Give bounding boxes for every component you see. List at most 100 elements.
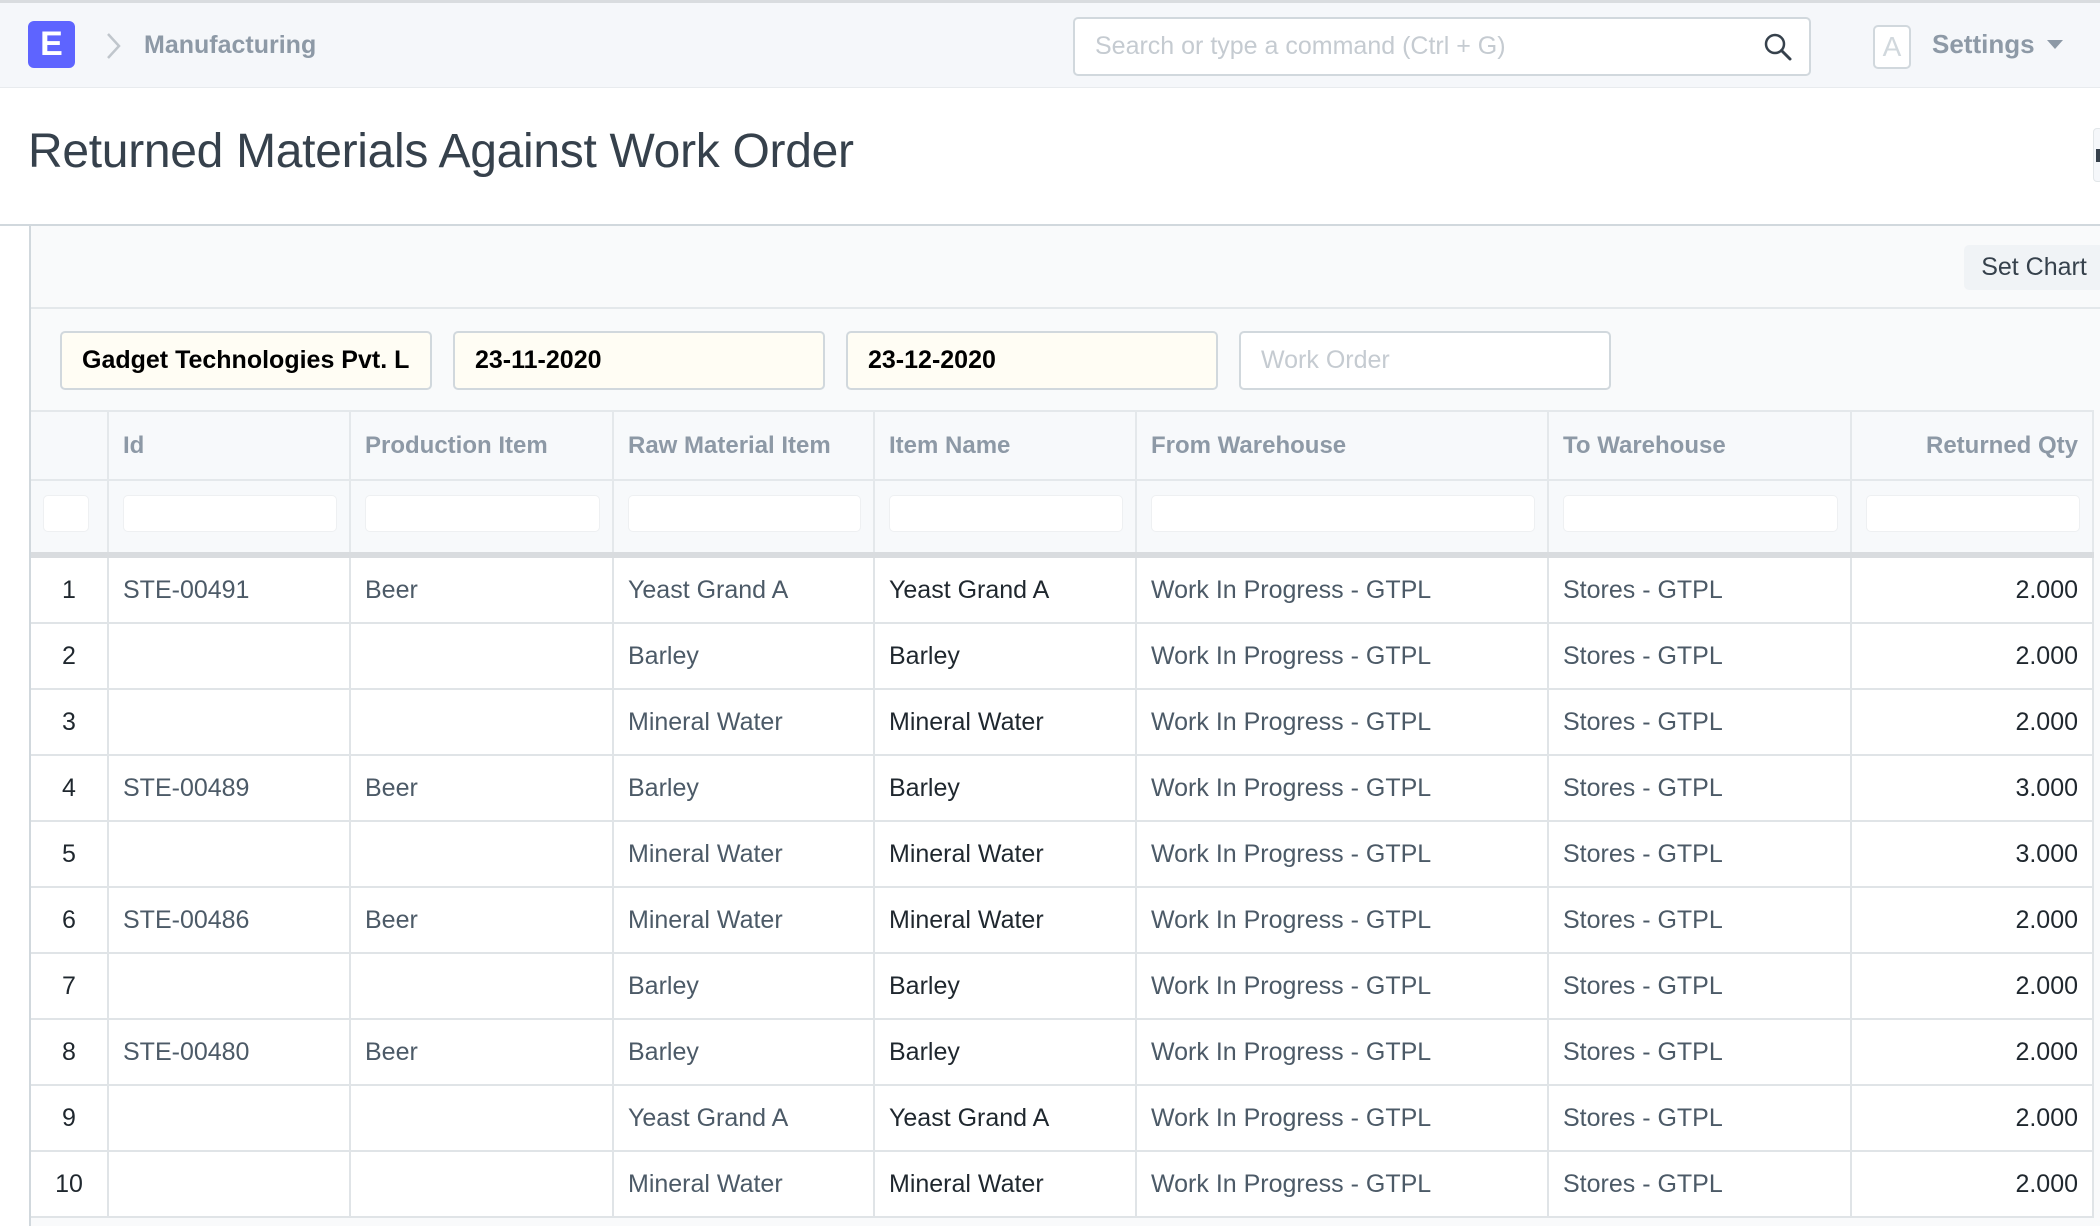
cell-id[interactable]: STE-00486 xyxy=(109,888,351,952)
search-bar[interactable] xyxy=(1073,17,1811,76)
filter-bar: Gadget Technologies Pvt. L 23-11-2020 23… xyxy=(31,309,2100,410)
cell-row-index: 4 xyxy=(31,756,109,820)
table-row[interactable]: 2 Barley Barley Work In Progress - GTPL Stor… xyxy=(31,624,2094,690)
column-header-raw-material-item[interactable]: Raw Material Item xyxy=(614,412,875,481)
filter-input-production-item[interactable] xyxy=(365,495,600,532)
cell-raw-material-item[interactable]: Mineral Water xyxy=(614,888,875,952)
cell-row-index: 7 xyxy=(31,954,109,1018)
cell-raw-material-item[interactable]: Mineral Water xyxy=(614,822,875,886)
table-row[interactable]: 3 Mineral Water Mineral Water Work In Progr… xyxy=(31,690,2094,756)
app-logo[interactable]: E xyxy=(28,21,75,68)
column-header-row-index[interactable] xyxy=(31,412,109,481)
table-row[interactable]: 6 STE-00486 Beer Mineral Water Mineral Water… xyxy=(31,888,2094,954)
column-header-returned-qty[interactable]: Returned Qty xyxy=(1852,412,2094,481)
cell-row-index: 6 xyxy=(31,888,109,952)
cell-id[interactable]: STE-00489 xyxy=(109,756,351,820)
company-filter[interactable]: Gadget Technologies Pvt. L xyxy=(60,331,432,390)
from-date-filter[interactable]: 23-11-2020 xyxy=(453,331,825,390)
filter-input-raw-material-item[interactable] xyxy=(628,495,861,532)
column-header-to-warehouse[interactable]: To Warehouse xyxy=(1549,412,1852,481)
column-header-id[interactable]: Id xyxy=(109,412,351,481)
cell-item-name[interactable]: Yeast Grand A xyxy=(875,558,1137,622)
cell-item-name[interactable]: Mineral Water xyxy=(875,822,1137,886)
filter-input-from-warehouse[interactable] xyxy=(1151,495,1535,532)
cell-id[interactable] xyxy=(109,690,351,754)
to-date-filter[interactable]: 23-12-2020 xyxy=(846,331,1218,390)
cell-raw-material-item[interactable]: Yeast Grand A xyxy=(614,558,875,622)
filter-input-to-warehouse[interactable] xyxy=(1563,495,1838,532)
cell-id[interactable] xyxy=(109,954,351,1018)
table-row[interactable]: 5 Mineral Water Mineral Water Work In Progr… xyxy=(31,822,2094,888)
column-header-item-name[interactable]: Item Name xyxy=(875,412,1137,481)
cell-from-warehouse: Work In Progress - GTPL xyxy=(1137,888,1549,952)
set-chart-button[interactable]: Set Chart xyxy=(1964,245,2100,290)
cell-item-name[interactable]: Mineral Water xyxy=(875,888,1137,952)
table-header: Id Production Item Raw Material Item Item N… xyxy=(31,410,2094,481)
cell-item-name[interactable]: Barley xyxy=(875,954,1137,1018)
table-row[interactable]: 10 Mineral Water Mineral Water Work In Prog… xyxy=(31,1152,2094,1218)
cell-item-name[interactable]: Yeast Grand A xyxy=(875,1086,1137,1150)
column-header-production-item[interactable]: Production Item xyxy=(351,412,614,481)
cell-returned-qty: 2.000 xyxy=(1852,558,2094,622)
cell-row-index: 5 xyxy=(31,822,109,886)
cell-returned-qty: 3.000 xyxy=(1852,756,2094,820)
cell-id[interactable] xyxy=(109,624,351,688)
search-input[interactable] xyxy=(1095,19,1735,74)
cell-id[interactable] xyxy=(109,1152,351,1216)
cell-returned-qty: 2.000 xyxy=(1852,624,2094,688)
table-row[interactable]: 9 Yeast Grand A Yeast Grand A Work In Progr… xyxy=(31,1086,2094,1152)
filter-input-id[interactable] xyxy=(123,495,337,532)
table-row[interactable]: 1 STE-00491 Beer Yeast Grand A Yeast Grand A… xyxy=(31,558,2094,624)
cell-raw-material-item[interactable]: Barley xyxy=(614,954,875,1018)
cell-from-warehouse: Work In Progress - GTPL xyxy=(1137,558,1549,622)
search-icon[interactable] xyxy=(1763,32,1793,62)
column-header-from-warehouse[interactable]: From Warehouse xyxy=(1137,412,1549,481)
cell-returned-qty: 2.000 xyxy=(1852,1020,2094,1084)
cell-item-name[interactable]: Barley xyxy=(875,1020,1137,1084)
cell-raw-material-item[interactable]: Yeast Grand A xyxy=(614,1086,875,1150)
work-order-filter[interactable]: Work Order xyxy=(1239,331,1611,390)
cell-to-warehouse: Stores - GTPL xyxy=(1549,624,1852,688)
table-row[interactable]: 7 Barley Barley Work In Progress - GTPL Stor… xyxy=(31,954,2094,1020)
page-title: Returned Materials Against Work Order xyxy=(28,125,854,178)
cell-to-warehouse: Stores - GTPL xyxy=(1549,558,1852,622)
cell-from-warehouse: Work In Progress - GTPL xyxy=(1137,756,1549,820)
cell-item-name[interactable]: Mineral Water xyxy=(875,690,1137,754)
caret-down-icon xyxy=(2046,39,2063,49)
cell-raw-material-item[interactable]: Barley xyxy=(614,624,875,688)
top-navbar: E Manufacturing A Settings xyxy=(0,0,2100,88)
cell-from-warehouse: Work In Progress - GTPL xyxy=(1137,1020,1549,1084)
cell-returned-qty: 2.000 xyxy=(1852,888,2094,952)
cell-row-index: 2 xyxy=(31,624,109,688)
cell-id[interactable]: STE-00480 xyxy=(109,1020,351,1084)
cell-raw-material-item[interactable]: Mineral Water xyxy=(614,1152,875,1216)
cell-production-item xyxy=(351,690,614,754)
cell-item-name[interactable]: Barley xyxy=(875,624,1137,688)
table-row[interactable]: 4 STE-00489 Beer Barley Barley Work In Progre… xyxy=(31,756,2094,822)
cell-production-item xyxy=(351,1152,614,1216)
cell-raw-material-item[interactable]: Barley xyxy=(614,1020,875,1084)
cell-item-name[interactable]: Mineral Water xyxy=(875,1152,1137,1216)
menu-button-partial[interactable] xyxy=(2093,128,2100,182)
cell-to-warehouse: Stores - GTPL xyxy=(1549,1152,1852,1216)
cell-item-name[interactable]: Barley xyxy=(875,756,1137,820)
cell-id[interactable] xyxy=(109,1086,351,1150)
column-filter-cell xyxy=(875,481,1137,552)
cell-from-warehouse: Work In Progress - GTPL xyxy=(1137,1086,1549,1150)
cell-id[interactable]: STE-00491 xyxy=(109,558,351,622)
filter-input-returned-qty[interactable] xyxy=(1866,495,2080,532)
filter-input-item-name[interactable] xyxy=(889,495,1123,532)
breadcrumb-manufacturing[interactable]: Manufacturing xyxy=(144,31,316,60)
table-row[interactable]: 8 STE-00480 Beer Barley Barley Work In Progre… xyxy=(31,1020,2094,1086)
settings-dropdown[interactable]: Settings xyxy=(1932,29,2063,60)
cell-id[interactable] xyxy=(109,822,351,886)
column-filter-cell xyxy=(31,481,109,552)
cell-to-warehouse: Stores - GTPL xyxy=(1549,954,1852,1018)
cell-production-item: Beer xyxy=(351,888,614,952)
cell-to-warehouse: Stores - GTPL xyxy=(1549,888,1852,952)
cell-raw-material-item[interactable]: Mineral Water xyxy=(614,690,875,754)
row-select-filter[interactable] xyxy=(43,495,89,532)
cell-raw-material-item[interactable]: Barley xyxy=(614,756,875,820)
user-avatar[interactable]: A xyxy=(1873,25,1911,69)
cell-production-item xyxy=(351,822,614,886)
